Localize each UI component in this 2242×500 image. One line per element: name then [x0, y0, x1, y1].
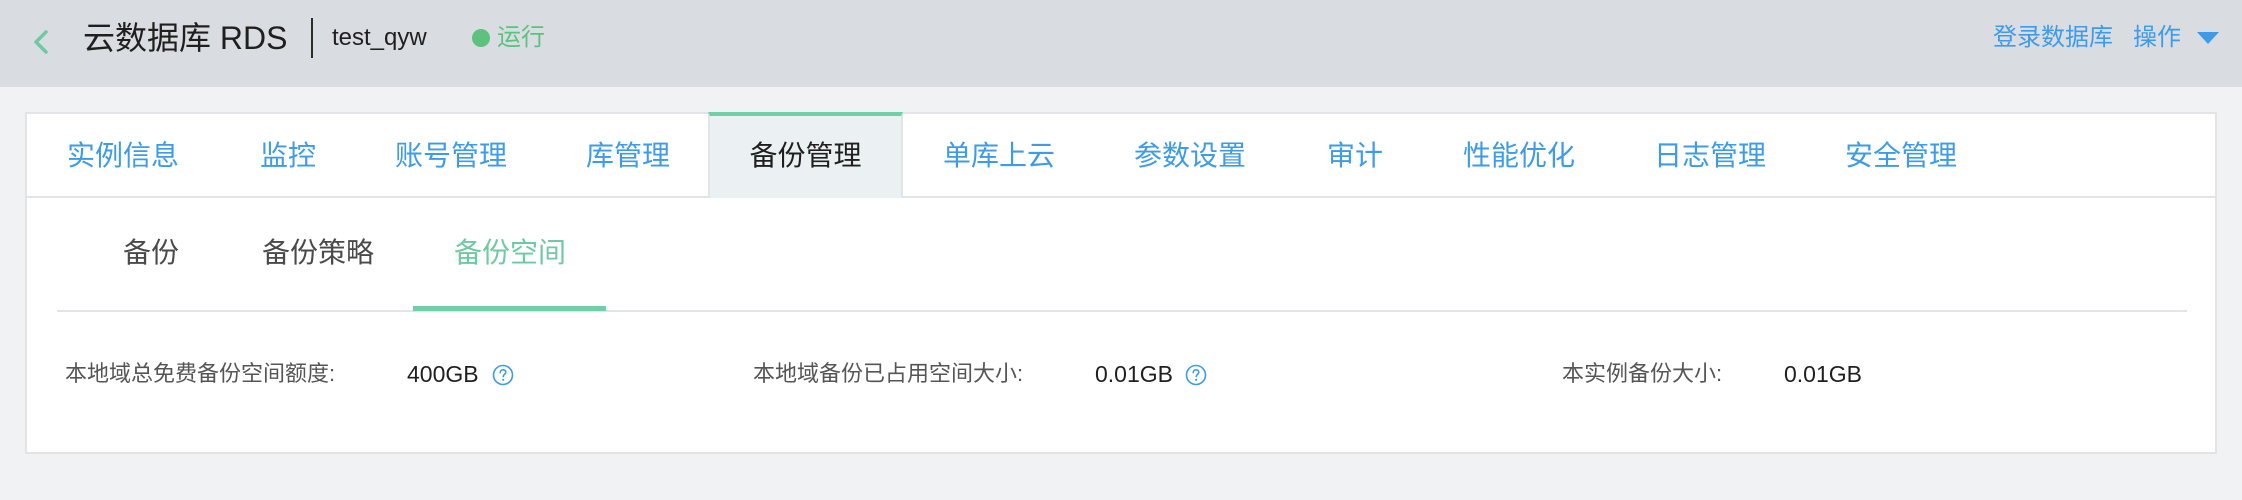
- caret-down-icon[interactable]: [2196, 30, 2220, 46]
- subtab-backup-space[interactable]: 备份空间: [454, 228, 566, 278]
- tab-backup-management[interactable]: 备份管理: [708, 112, 903, 198]
- tab-monitor[interactable]: 监控: [260, 114, 316, 198]
- used-space-value: 0.01GB: [1095, 361, 1173, 387]
- title-divider: [311, 18, 313, 58]
- tab-parameter-settings[interactable]: 参数设置: [1134, 114, 1246, 198]
- instance-backup-size-value: 0.01GB: [1784, 361, 1862, 387]
- tab-instance-info[interactable]: 实例信息: [67, 114, 179, 198]
- tab-log-management[interactable]: 日志管理: [1654, 114, 1766, 198]
- help-icon[interactable]: [492, 364, 514, 386]
- free-quota-value: 400GB: [407, 361, 479, 387]
- subtab-backup[interactable]: 备份: [123, 228, 179, 278]
- status-dot-icon: [472, 29, 490, 47]
- help-icon[interactable]: [1185, 364, 1207, 386]
- instance-backup-size-label: 本实例备份大小:: [1562, 361, 1723, 386]
- operations-menu[interactable]: 操作: [2133, 20, 2181, 56]
- active-subtab-indicator: [413, 306, 606, 311]
- tab-database-management[interactable]: 库管理: [586, 114, 670, 198]
- main-tabbar: 实例信息 监控 账号管理 库管理 备份管理 单库上云 参数设置 审计 性能优化 …: [27, 112, 2215, 198]
- tab-account-management[interactable]: 账号管理: [395, 114, 507, 198]
- status-text: 运行: [497, 24, 545, 51]
- app-title: 云数据库 RDS: [83, 20, 288, 56]
- tab-security-management[interactable]: 安全管理: [1845, 114, 1957, 198]
- tab-single-db-migration[interactable]: 单库上云: [943, 114, 1055, 198]
- tab-audit[interactable]: 审计: [1327, 114, 1383, 198]
- content-card: 实例信息 监控 账号管理 库管理 备份管理 单库上云 参数设置 审计 性能优化 …: [25, 112, 2217, 454]
- subtab-backup-policy[interactable]: 备份策略: [262, 228, 374, 278]
- tab-performance-optimization[interactable]: 性能优化: [1463, 114, 1575, 198]
- free-quota-label: 本地域总免费备份空间额度:: [65, 361, 336, 386]
- instance-name: test_qyw: [332, 24, 427, 51]
- login-database-link[interactable]: 登录数据库: [1993, 20, 2113, 56]
- backup-subtabs: 备份 备份策略 备份空间: [57, 198, 2187, 312]
- used-space-label: 本地域备份已占用空间大小:: [753, 361, 1024, 386]
- header-bar: 云数据库 RDS test_qyw 运行 登录数据库 操作: [0, 0, 2242, 87]
- back-chevron-icon[interactable]: [22, 22, 62, 62]
